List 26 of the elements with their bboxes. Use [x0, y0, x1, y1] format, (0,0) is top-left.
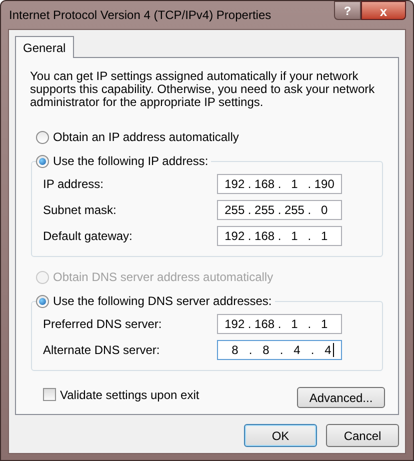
field-label: IP address:: [43, 176, 104, 193]
tab[interactable]: General: [15, 36, 74, 58]
ip-address-field[interactable]: 192 . 168 . 1 . 190: [217, 174, 342, 194]
window-title: Internet Protocol Version 4 (TCP/IPv4) Properties: [8, 7, 272, 24]
dialog-button[interactable]: OK: [244, 424, 317, 447]
radio-label: Use the following IP address:: [53, 153, 208, 170]
ip-address-field[interactable]: 192 . 168 . 1 . 1: [217, 314, 342, 334]
description-text: You can get IP settings assigned automatically if your network supports this capability. Otherwise, you need to ask your network administrator for the appropriate IP settings.: [29, 70, 376, 109]
radio-label: Obtain an IP address automatically: [53, 129, 239, 146]
ip-address-field[interactable]: 192 . 168 . 1 . 1: [217, 226, 342, 246]
field-label: Preferred DNS server:: [43, 316, 163, 333]
ip-address-field[interactable]: 8 . 8 . 4 . 4: [217, 340, 342, 360]
dialog-button[interactable]: Cancel: [326, 424, 399, 447]
radio-label: Obtain DNS server address automatically: [53, 269, 274, 286]
radio-button[interactable]: [36, 130, 49, 144]
checkbox-label: Validate settings upon exit: [60, 386, 200, 404]
field-label: Alternate DNS server:: [43, 342, 161, 359]
radio-label: Use the following DNS server addresses:: [53, 293, 272, 310]
ip-address-field[interactable]: 255 . 255 . 255 . 0: [217, 200, 342, 220]
checkbox[interactable]: [43, 388, 56, 401]
radio-button[interactable]: [36, 154, 49, 168]
field-label: Subnet mask:: [43, 202, 118, 219]
advanced-button[interactable]: Advanced...: [297, 387, 385, 408]
close-button[interactable]: x: [361, 1, 406, 20]
field-label: Default gateway:: [43, 228, 134, 245]
radio-button[interactable]: [36, 294, 49, 308]
